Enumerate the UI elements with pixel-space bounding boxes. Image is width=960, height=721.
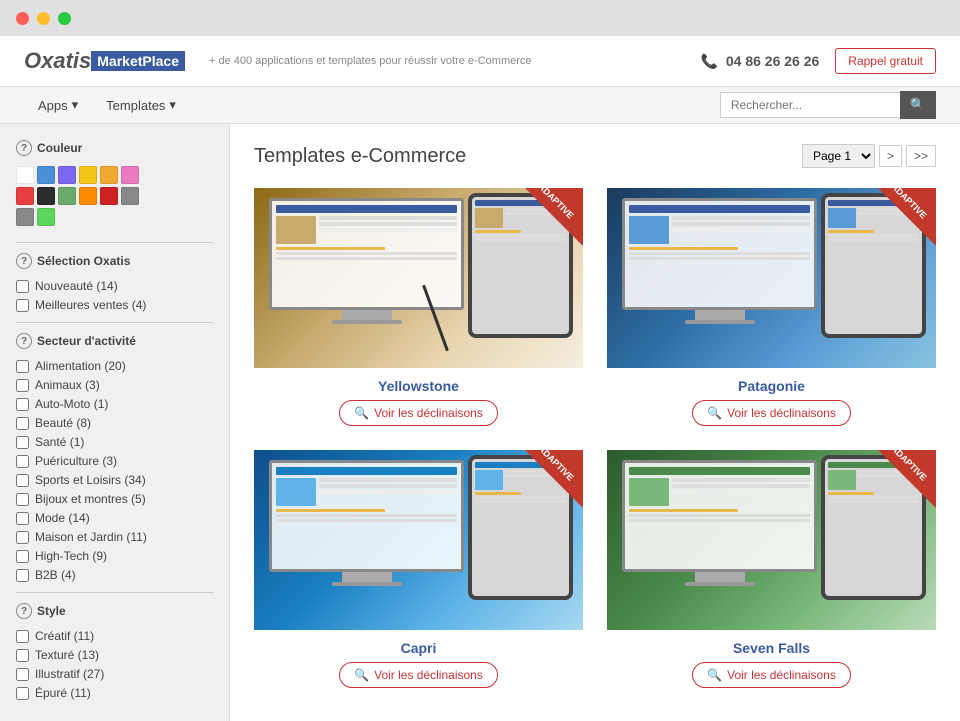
- template-name-seven-falls: Seven Falls: [607, 640, 936, 656]
- page-title: Templates e-Commerce: [254, 145, 466, 168]
- search-icon: 🔍: [354, 668, 369, 682]
- header-right: 📞 04 86 26 26 26 Rappel gratuit: [701, 48, 936, 74]
- checkbox-illustratif[interactable]: Illustratif (27): [16, 667, 213, 681]
- page-select[interactable]: Page 1 Page 2: [802, 144, 875, 168]
- checkbox-puericulture[interactable]: Puériculture (3): [16, 454, 213, 468]
- template-name-yellowstone: Yellowstone: [254, 378, 583, 394]
- nav-left: Apps ▾ Templates ▾: [24, 87, 190, 123]
- nav-search: 🔍: [720, 91, 936, 119]
- template-card-capri: ADAPTIVE Capri 🔍 Voir les déclinaisons: [254, 450, 583, 688]
- minimize-button[interactable]: [37, 12, 50, 25]
- checkbox-alimentation[interactable]: Alimentation (20): [16, 359, 213, 373]
- color-swatch[interactable]: [121, 166, 139, 184]
- search-icon: 🔍: [707, 668, 722, 682]
- color-swatch[interactable]: [100, 166, 118, 184]
- rappel-button[interactable]: Rappel gratuit: [835, 48, 936, 74]
- main-layout: ? Couleur ? Sélection Oxatis: [0, 124, 960, 721]
- template-image-seven-falls[interactable]: ADAPTIVE: [607, 450, 936, 630]
- content-header: Templates e-Commerce Page 1 Page 2 > >>: [254, 144, 936, 168]
- color-swatch[interactable]: [16, 166, 34, 184]
- checkbox-nouveaute[interactable]: Nouveauté (14): [16, 279, 213, 293]
- next-page-button[interactable]: >: [879, 145, 902, 167]
- voir-btn-patagonie[interactable]: 🔍 Voir les déclinaisons: [692, 400, 851, 426]
- sidebar-couleur-title: ? Couleur: [16, 140, 213, 156]
- search-input[interactable]: [720, 92, 900, 118]
- template-card-patagonie: ADAPTIVE Patagonie 🔍 Voir les déclinaiso…: [607, 188, 936, 426]
- color-swatch[interactable]: [58, 187, 76, 205]
- checkbox-creatif[interactable]: Créatif (11): [16, 629, 213, 643]
- checkbox-sante[interactable]: Santé (1): [16, 435, 213, 449]
- color-grid: [16, 166, 213, 226]
- checkbox-sports[interactable]: Sports et Loisirs (34): [16, 473, 213, 487]
- color-swatch[interactable]: [79, 187, 97, 205]
- nav-templates[interactable]: Templates ▾: [92, 87, 190, 123]
- checkbox-b2b[interactable]: B2B (4): [16, 568, 213, 582]
- checkbox-beaute[interactable]: Beauté (8): [16, 416, 213, 430]
- color-swatch[interactable]: [37, 208, 55, 226]
- navbar: Apps ▾ Templates ▾ 🔍: [0, 87, 960, 124]
- template-card-seven-falls: ADAPTIVE Seven Falls 🔍 Voir les déclinai…: [607, 450, 936, 688]
- color-swatch[interactable]: [16, 208, 34, 226]
- checkbox-texture[interactable]: Texturé (13): [16, 648, 213, 662]
- checkbox-animaux[interactable]: Animaux (3): [16, 378, 213, 392]
- logo[interactable]: Oxatis MarketPlace: [24, 48, 185, 74]
- color-swatch[interactable]: [121, 187, 139, 205]
- checkbox-maison[interactable]: Maison et Jardin (11): [16, 530, 213, 544]
- search-button[interactable]: 🔍: [900, 91, 936, 119]
- header: Oxatis MarketPlace + de 400 applications…: [0, 36, 960, 87]
- template-image-patagonie[interactable]: ADAPTIVE: [607, 188, 936, 368]
- selection-items: Nouveauté (14) Meilleures ventes (4): [16, 279, 213, 312]
- checkbox-auto-moto[interactable]: Auto-Moto (1): [16, 397, 213, 411]
- phone-icon: 📞: [701, 53, 718, 69]
- color-swatch[interactable]: [58, 166, 76, 184]
- close-button[interactable]: [16, 12, 29, 25]
- last-page-button[interactable]: >>: [906, 145, 936, 167]
- logo-area: Oxatis MarketPlace + de 400 applications…: [24, 48, 532, 74]
- color-swatch[interactable]: [37, 166, 55, 184]
- header-tagline: + de 400 applications et templates pour …: [209, 55, 532, 67]
- logo-oxatis: Oxatis: [24, 48, 91, 74]
- chevron-down-icon: ▾: [169, 97, 176, 113]
- maximize-button[interactable]: [58, 12, 71, 25]
- chevron-down-icon: ▾: [72, 97, 79, 113]
- sidebar-secteur-title: ? Secteur d'activité: [16, 333, 213, 349]
- checkbox-epure[interactable]: Épuré (11): [16, 686, 213, 700]
- template-card-yellowstone: ADAPTIVE Yellowstone 🔍 Voir les déclinai…: [254, 188, 583, 426]
- secteur-items: Alimentation (20) Animaux (3) Auto-Moto …: [16, 359, 213, 582]
- style-items: Créatif (11) Texturé (13) Illustratif (2…: [16, 629, 213, 700]
- search-icon: 🔍: [354, 406, 369, 420]
- titlebar: [0, 0, 960, 36]
- template-image-capri[interactable]: ADAPTIVE: [254, 450, 583, 630]
- checkbox-hightech[interactable]: High-Tech (9): [16, 549, 213, 563]
- checkbox-mode[interactable]: Mode (14): [16, 511, 213, 525]
- help-icon: ?: [16, 253, 32, 269]
- help-icon: ?: [16, 333, 32, 349]
- phone-number: 📞 04 86 26 26 26: [701, 53, 820, 70]
- color-swatch[interactable]: [100, 187, 118, 205]
- template-name-patagonie: Patagonie: [607, 378, 936, 394]
- color-swatch[interactable]: [16, 187, 34, 205]
- search-icon: 🔍: [707, 406, 722, 420]
- help-icon: ?: [16, 140, 32, 156]
- color-swatch[interactable]: [37, 187, 55, 205]
- template-name-capri: Capri: [254, 640, 583, 656]
- sidebar: ? Couleur ? Sélection Oxatis: [0, 124, 230, 721]
- voir-btn-capri[interactable]: 🔍 Voir les déclinaisons: [339, 662, 498, 688]
- nav-apps[interactable]: Apps ▾: [24, 87, 92, 123]
- content-area: Templates e-Commerce Page 1 Page 2 > >>: [230, 124, 960, 721]
- voir-btn-yellowstone[interactable]: 🔍 Voir les déclinaisons: [339, 400, 498, 426]
- voir-btn-seven-falls[interactable]: 🔍 Voir les déclinaisons: [692, 662, 851, 688]
- template-image-yellowstone[interactable]: ADAPTIVE: [254, 188, 583, 368]
- pagination: Page 1 Page 2 > >>: [802, 144, 936, 168]
- sidebar-style-title: ? Style: [16, 603, 213, 619]
- checkbox-meilleures-ventes[interactable]: Meilleures ventes (4): [16, 298, 213, 312]
- logo-marketplace: MarketPlace: [91, 51, 185, 71]
- template-grid: ADAPTIVE Yellowstone 🔍 Voir les déclinai…: [254, 188, 936, 688]
- color-swatch[interactable]: [79, 166, 97, 184]
- checkbox-bijoux[interactable]: Bijoux et montres (5): [16, 492, 213, 506]
- help-icon: ?: [16, 603, 32, 619]
- sidebar-selection-title: ? Sélection Oxatis: [16, 253, 213, 269]
